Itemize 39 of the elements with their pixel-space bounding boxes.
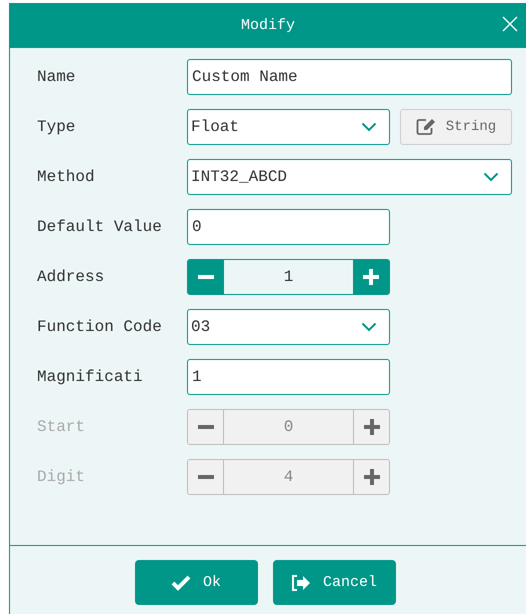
field-label: Method: [37, 168, 96, 186]
field-label: Address: [37, 268, 106, 286]
stepper-value: 0: [282, 417, 294, 438]
plus-icon: [362, 468, 380, 486]
checkmark-icon: [170, 574, 191, 590]
dialog-title: Modify: [240, 17, 295, 34]
plus-icon: [362, 418, 380, 436]
ok-button[interactable]: Ok: [134, 560, 258, 605]
text-field[interactable]: 1: [187, 359, 390, 395]
field-label: Digit: [37, 468, 86, 486]
chevron-down-icon: [483, 172, 499, 182]
minus-icon: [198, 275, 214, 279]
close-icon: [502, 16, 518, 32]
increment-button[interactable]: [353, 260, 389, 294]
field-label: Magnificati: [37, 368, 144, 386]
dropdown-field[interactable]: 03: [187, 309, 390, 345]
minus-icon: [198, 475, 214, 479]
edit-icon: [416, 118, 436, 136]
field-label: Default Value: [37, 218, 163, 236]
text-field[interactable]: Custom Name: [187, 59, 512, 95]
string-button[interactable]: String: [400, 109, 512, 145]
text-field[interactable]: 0: [187, 209, 390, 245]
stepper-value: 4: [282, 467, 294, 488]
stepper-value: 1: [282, 267, 294, 288]
sign-out-icon: [290, 574, 311, 592]
chevron-down-icon: [361, 322, 377, 332]
minus-icon: [198, 425, 214, 429]
field-label: Name: [37, 68, 76, 86]
chevron-down-icon: [361, 122, 377, 132]
decrement-button[interactable]: [188, 260, 224, 294]
field-label: Function Code: [37, 318, 163, 336]
field-label: Type: [37, 118, 76, 136]
plus-icon: [362, 268, 380, 286]
field-label: Start: [37, 418, 86, 436]
cancel-button[interactable]: Cancel: [272, 560, 396, 605]
number-stepper[interactable]: 1: [187, 259, 390, 295]
close-button[interactable]: [502, 16, 518, 32]
dropdown-field[interactable]: INT32_ABCD: [187, 159, 512, 195]
dropdown-field[interactable]: Float: [187, 109, 390, 145]
